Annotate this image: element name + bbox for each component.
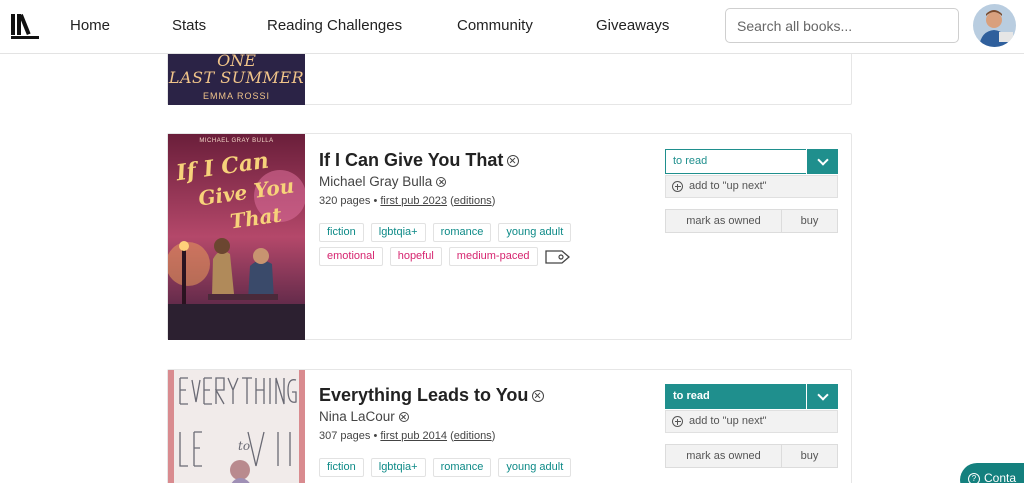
status-button[interactable]: to read bbox=[665, 384, 806, 409]
genre-tag[interactable]: young adult bbox=[498, 223, 572, 242]
plus-circle-icon bbox=[672, 181, 683, 192]
cover-author: MICHAEL GRAY BULLA bbox=[199, 138, 274, 144]
first-pub-link[interactable]: first pub 2023 bbox=[380, 195, 447, 207]
buy-button[interactable]: buy bbox=[782, 444, 838, 468]
contact-button[interactable]: ? Conta bbox=[960, 463, 1024, 483]
remove-icon[interactable] bbox=[507, 155, 520, 168]
reading-controls: to read add to "up next" mark as owned b… bbox=[665, 149, 838, 233]
genre-tag[interactable]: romance bbox=[432, 223, 492, 242]
nav-reading-challenges[interactable]: Reading Challenges bbox=[267, 17, 402, 34]
contact-label: Conta bbox=[984, 471, 1017, 483]
page-count: 320 pages bbox=[319, 195, 371, 207]
add-up-next-button[interactable]: add to "up next" bbox=[665, 175, 838, 198]
chevron-down-icon[interactable] bbox=[806, 384, 838, 409]
genre-tag[interactable]: lgbtqia+ bbox=[370, 458, 426, 477]
author-row: Michael Gray Bulla bbox=[319, 174, 447, 189]
cover-author: EMMA ROSSI bbox=[202, 91, 270, 101]
genre-tag[interactable]: romance bbox=[432, 458, 492, 477]
book-cover-image[interactable]: to bbox=[168, 370, 305, 483]
add-up-next-label: add to "up next" bbox=[689, 415, 767, 427]
top-nav: Home Stats Reading Challenges Community … bbox=[0, 0, 1024, 54]
remove-author-icon[interactable] bbox=[436, 177, 447, 188]
book-meta: 320 pages • first pub 2023 (editions) bbox=[319, 195, 496, 207]
reading-controls: to read add to "up next" mark as owned b… bbox=[665, 384, 838, 468]
mark-as-owned-button[interactable]: mark as owned bbox=[665, 209, 782, 233]
tag-list: fiction lgbtqia+ romance young adult bbox=[319, 458, 572, 482]
book-author[interactable]: Michael Gray Bulla bbox=[319, 174, 432, 189]
editions-link[interactable]: editions bbox=[454, 430, 492, 442]
search-input[interactable] bbox=[725, 8, 959, 43]
mood-tag[interactable]: medium-paced bbox=[448, 247, 538, 266]
genre-tag[interactable]: young adult bbox=[498, 458, 572, 477]
mood-tag[interactable]: hopeful bbox=[389, 247, 442, 266]
book-title-row: If I Can Give You That bbox=[319, 150, 520, 171]
genre-tag[interactable]: lgbtqia+ bbox=[370, 223, 426, 242]
avatar[interactable] bbox=[973, 4, 1016, 47]
nav-community[interactable]: Community bbox=[457, 17, 533, 34]
book-card: MICHAEL GRAY BULLA If I Can Give You Tha… bbox=[167, 133, 852, 340]
status-dropdown: to read bbox=[665, 149, 838, 174]
cover-text-line2: LAST SUMMER bbox=[168, 68, 305, 87]
book-card: to Everything Leads to You Nina LaCour 3… bbox=[167, 369, 852, 483]
help-icon: ? bbox=[968, 472, 980, 483]
status-dropdown: to read bbox=[665, 384, 838, 409]
add-up-next-button[interactable]: add to "up next" bbox=[665, 410, 838, 433]
status-button[interactable]: to read bbox=[665, 149, 806, 174]
meta-separator: • bbox=[373, 195, 378, 207]
book-title[interactable]: Everything Leads to You bbox=[319, 385, 528, 405]
mood-tag[interactable]: emotional bbox=[319, 247, 383, 266]
buy-button[interactable]: buy bbox=[782, 209, 838, 233]
plus-circle-icon bbox=[672, 416, 683, 427]
tag-list: fiction lgbtqia+ romance young adult emo… bbox=[319, 223, 572, 271]
book-meta: 307 pages • first pub 2014 (editions) bbox=[319, 430, 496, 442]
book-cover-image[interactable]: MICHAEL GRAY BULLA If I Can Give You Tha… bbox=[168, 134, 305, 340]
add-up-next-label: add to "up next" bbox=[689, 180, 767, 192]
svg-text:to: to bbox=[238, 439, 250, 453]
storygraph-logo-icon[interactable] bbox=[11, 13, 39, 39]
page-count: 307 pages bbox=[319, 430, 371, 442]
first-pub-link[interactable]: first pub 2014 bbox=[380, 430, 447, 442]
tag-icon[interactable] bbox=[544, 249, 571, 265]
book-title[interactable]: If I Can Give You That bbox=[319, 150, 503, 170]
genre-tag[interactable]: fiction bbox=[319, 223, 364, 242]
chevron-down-icon[interactable] bbox=[806, 149, 838, 174]
book-author[interactable]: Nina LaCour bbox=[319, 409, 395, 424]
author-row: Nina LaCour bbox=[319, 409, 409, 424]
nav-stats[interactable]: Stats bbox=[172, 17, 206, 34]
genre-tag[interactable]: fiction bbox=[319, 458, 364, 477]
mark-as-owned-button[interactable]: mark as owned bbox=[665, 444, 782, 468]
book-title-row: Everything Leads to You bbox=[319, 385, 545, 406]
nav-home[interactable]: Home bbox=[70, 17, 110, 34]
meta-separator: • bbox=[373, 430, 378, 442]
remove-author-icon[interactable] bbox=[398, 412, 409, 423]
nav-giveaways[interactable]: Giveaways bbox=[596, 17, 669, 34]
editions-link[interactable]: editions bbox=[454, 195, 492, 207]
remove-icon[interactable] bbox=[532, 390, 545, 403]
